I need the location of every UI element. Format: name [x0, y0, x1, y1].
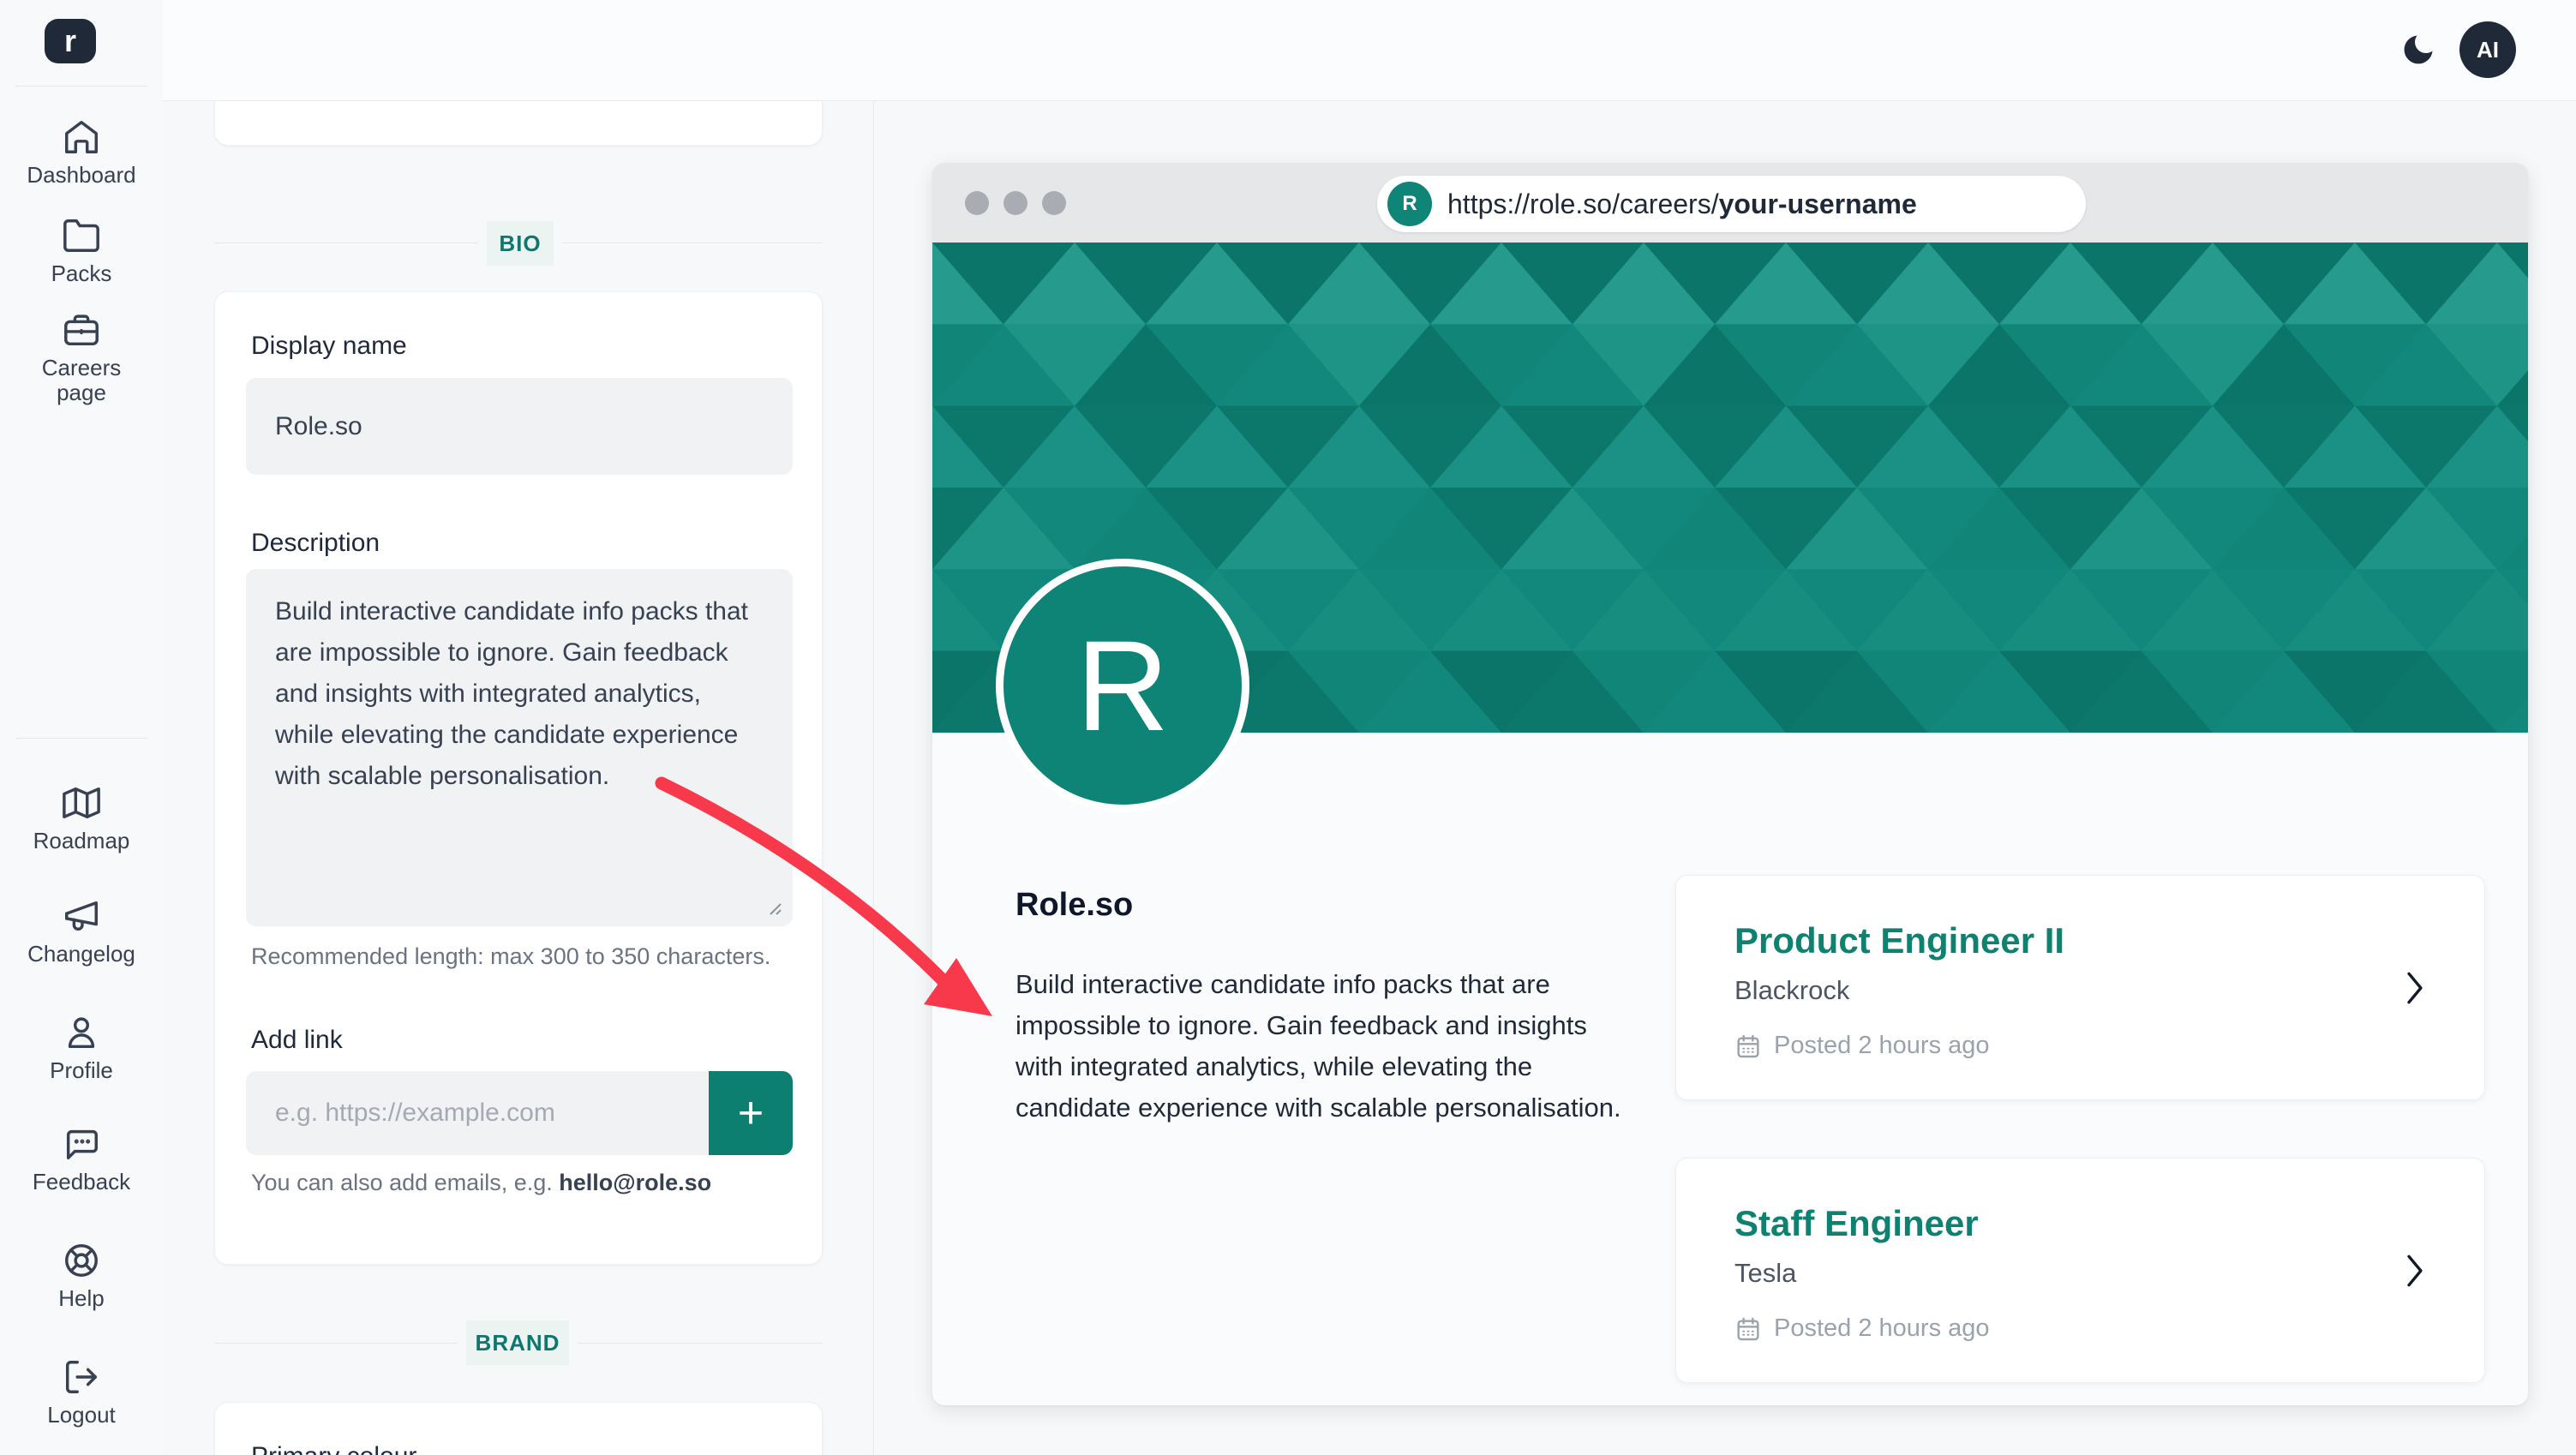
- sidebar-item-changelog[interactable]: Changelog: [0, 896, 163, 967]
- display-name-label: Display name: [251, 332, 407, 360]
- app-root: AI r Dashboard Packs Careers page Roadma…: [0, 0, 2576, 1455]
- sidebar-item-dashboard[interactable]: Dashboard: [0, 117, 163, 188]
- sidebar-item-packs[interactable]: Packs: [0, 216, 163, 286]
- url-prefix: https://role.so/careers/: [1447, 188, 1719, 219]
- add-link-label: Add link: [251, 1026, 343, 1054]
- sidebar-divider-top: [15, 86, 147, 87]
- sidebar-item-label: Help: [58, 1285, 105, 1311]
- app-logo-letter: r: [63, 23, 76, 58]
- user-avatar-initials: AI: [2477, 36, 2499, 63]
- description-label: Description: [251, 529, 380, 557]
- sidebar-item-label: Profile: [50, 1057, 113, 1083]
- job-title[interactable]: Product Engineer II: [1734, 920, 2064, 961]
- user-avatar[interactable]: AI: [2459, 21, 2516, 78]
- display-name-input[interactable]: [246, 378, 793, 475]
- browser-toolbar: R https://role.so/careers/your-username: [932, 163, 2528, 242]
- sidebar-divider-bottom: [15, 738, 147, 739]
- company-avatar-letter: R: [1075, 613, 1170, 757]
- calendar-icon: [1737, 1034, 1759, 1057]
- top-bar: AI: [163, 0, 2576, 101]
- email-helper-prefix: You can also add emails, e.g.: [251, 1170, 560, 1195]
- resize-handle-icon[interactable]: [764, 897, 782, 916]
- sidebar-item-label: Dashboard: [27, 162, 136, 188]
- sidebar-item-label: Logout: [47, 1402, 116, 1428]
- lifebuoy-icon: [65, 1244, 98, 1277]
- description-helper: Recommended length: max 300 to 350 chara…: [251, 943, 771, 969]
- primary-colour-label: Primary colour: [251, 1442, 416, 1455]
- sidebar: r Dashboard Packs Careers page Roadmap C…: [0, 0, 163, 1455]
- sidebar-item-label: Careers page: [41, 355, 122, 405]
- url-text: https://role.so/careers/your-username: [1447, 189, 1917, 220]
- add-link-button[interactable]: +: [709, 1071, 793, 1155]
- description-textarea-wrap: Build interactive candidate info packs t…: [246, 569, 793, 926]
- calendar-icon: [1737, 1317, 1759, 1340]
- url-username: your-username: [1718, 188, 1917, 219]
- map-icon: [63, 787, 100, 819]
- job-company: Tesla: [1734, 1258, 1797, 1288]
- user-icon: [68, 1017, 95, 1049]
- briefcase-icon: [64, 314, 99, 346]
- job-posted-row: Posted 2 hours ago: [1734, 1314, 1990, 1343]
- chevron-right-icon[interactable]: [2400, 1249, 2429, 1292]
- bio-form-card: Display name Description Build interacti…: [214, 291, 823, 1265]
- job-card-staff-engineer[interactable]: Staff Engineer Tesla Posted 2 hours ago: [1675, 1158, 2485, 1383]
- logout-icon: [65, 1361, 98, 1393]
- email-helper-address: hello@role.so: [559, 1170, 712, 1195]
- sidebar-item-roadmap[interactable]: Roadmap: [0, 783, 163, 853]
- sidebar-item-feedback[interactable]: Feedback: [0, 1124, 163, 1195]
- favicon-r-badge: R: [1387, 182, 1432, 226]
- company-avatar: R: [996, 559, 1249, 812]
- megaphone-icon: [65, 901, 98, 931]
- chat-bubble-icon: [66, 1129, 98, 1160]
- chevron-right-icon[interactable]: [2400, 967, 2429, 1009]
- brand-section-line-left: [214, 1343, 458, 1344]
- job-posted-row: Posted 2 hours ago: [1734, 1032, 1990, 1060]
- job-posted-text: Posted 2 hours ago: [1774, 1314, 1990, 1342]
- add-link-input[interactable]: [246, 1071, 709, 1155]
- sidebar-item-logout[interactable]: Logout: [0, 1357, 163, 1428]
- moon-icon: [2404, 35, 2433, 64]
- app-logo[interactable]: r: [45, 19, 96, 63]
- sidebar-item-help[interactable]: Help: [0, 1241, 163, 1311]
- browser-dot-icon: [1042, 191, 1066, 215]
- browser-dot-icon: [965, 191, 989, 215]
- sidebar-item-careers-page[interactable]: Careers page: [0, 310, 163, 405]
- add-link-row: +: [246, 1071, 793, 1155]
- brand-section-badge: BRAND: [466, 1320, 569, 1365]
- sidebar-item-label: Feedback: [32, 1169, 131, 1195]
- browser-dot-icon: [1003, 191, 1027, 215]
- folder-icon: [63, 219, 99, 252]
- company-description: Build interactive candidate info packs t…: [1015, 969, 1621, 1123]
- bio-section-line-right: [562, 242, 823, 243]
- sidebar-item-profile[interactable]: Profile: [0, 1013, 163, 1083]
- sidebar-item-label: Packs: [51, 260, 112, 286]
- favicon-letter: R: [1402, 192, 1417, 215]
- browser-url-bar[interactable]: R https://role.so/careers/your-username: [1377, 176, 2086, 232]
- dark-mode-toggle[interactable]: [2399, 31, 2437, 69]
- brand-form-card: Primary colour: [214, 1402, 823, 1455]
- home-icon: [65, 121, 98, 153]
- job-posted-text: Posted 2 hours ago: [1774, 1032, 1990, 1059]
- job-title[interactable]: Staff Engineer: [1734, 1203, 1979, 1244]
- careers-page-preview-window: R https://role.so/careers/your-username …: [932, 163, 2528, 1405]
- email-helper: You can also add emails, e.g. hello@role…: [251, 1170, 711, 1196]
- job-company: Blackrock: [1734, 975, 1850, 1005]
- form-card-clipped-top: [214, 101, 823, 146]
- bio-section-badge: BIO: [487, 221, 554, 266]
- sidebar-item-label: Roadmap: [33, 828, 130, 853]
- description-textarea[interactable]: Build interactive candidate info packs t…: [246, 569, 793, 926]
- column-divider: [873, 101, 874, 1455]
- company-name-heading: Role.so: [1015, 887, 1134, 923]
- sidebar-item-label: Changelog: [27, 941, 135, 967]
- brand-section-line-right: [578, 1343, 823, 1344]
- job-card-product-engineer[interactable]: Product Engineer II Blackrock Posted 2 h…: [1675, 875, 2485, 1100]
- bio-section-line-left: [214, 242, 478, 243]
